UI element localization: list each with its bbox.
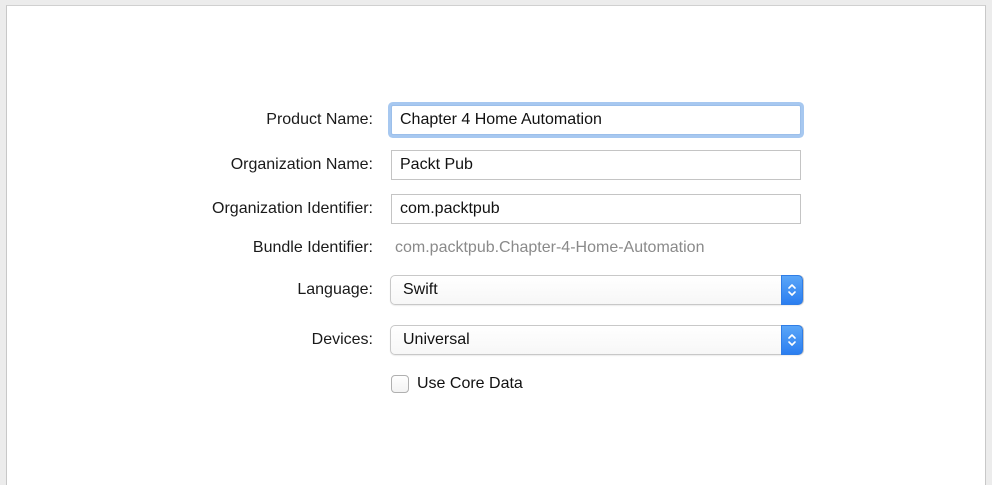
use-core-data-label: Use Core Data <box>417 375 523 392</box>
bundle-identifier-row: Bundle Identifier: com.packtpub.Chapter-… <box>7 232 985 264</box>
up-down-chevron-icon <box>781 325 803 355</box>
bundle-identifier-value: com.packtpub.Chapter-4-Home-Automation <box>395 239 705 256</box>
product-name-row: Product Name: <box>7 104 985 136</box>
product-name-label: Product Name: <box>266 111 373 128</box>
language-label: Language: <box>297 281 373 298</box>
bundle-identifier-label: Bundle Identifier: <box>252 239 373 256</box>
product-name-field[interactable] <box>391 105 801 135</box>
devices-popup-button[interactable]: Universal <box>390 325 804 355</box>
language-row: Language: Swift <box>7 274 985 306</box>
organization-identifier-field[interactable] <box>391 194 801 224</box>
devices-label: Devices: <box>311 331 373 348</box>
organization-identifier-row: Organization Identifier: <box>7 193 985 225</box>
language-selected-value: Swift <box>403 281 438 298</box>
organization-name-row: Organization Name: <box>7 149 985 181</box>
organization-identifier-label: Organization Identifier: <box>212 200 373 217</box>
devices-selected-value: Universal <box>403 331 470 348</box>
language-popup-button[interactable]: Swift <box>390 275 804 305</box>
devices-row: Devices: Universal <box>7 324 985 356</box>
project-options-panel: Product Name: Organization Name: Organiz… <box>6 5 986 485</box>
organization-name-label: Organization Name: <box>230 156 373 173</box>
use-core-data-checkbox[interactable] <box>391 375 409 393</box>
up-down-chevron-icon <box>781 275 803 305</box>
organization-name-field[interactable] <box>391 150 801 180</box>
use-core-data-row[interactable]: Use Core Data <box>391 372 523 396</box>
